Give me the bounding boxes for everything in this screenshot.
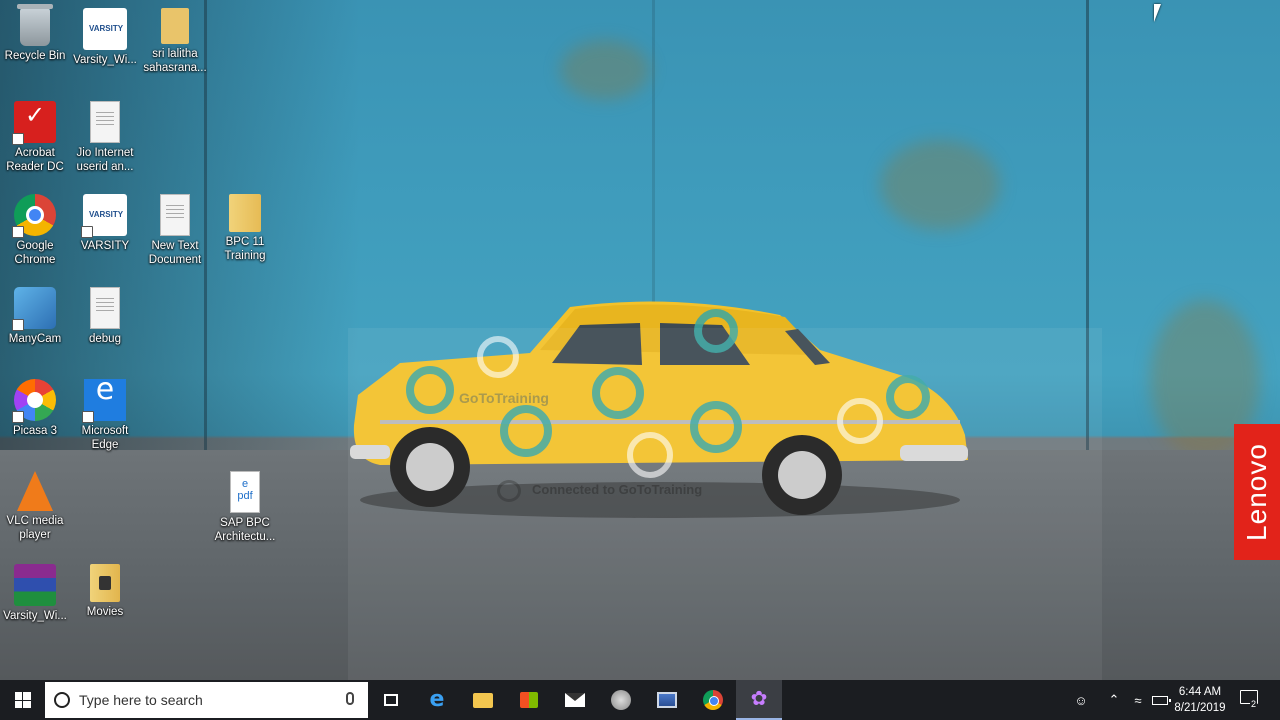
store-icon (520, 692, 538, 708)
pdf-document-icon: e pdf (230, 471, 260, 513)
mail-icon (565, 693, 585, 707)
clock-time: 6:44 AM (1178, 686, 1222, 698)
text-document-icon (90, 101, 120, 143)
computer-icon (657, 692, 677, 708)
desktop-icon-label: Varsity_Wi... (3, 610, 67, 622)
chrome-icon (703, 690, 723, 710)
wall-stain (560, 40, 650, 100)
gototraining-logo-icon (497, 480, 521, 502)
picasa-icon (12, 379, 56, 423)
manycam-icon (12, 287, 56, 331)
desktop-icon-jio-internet[interactable]: Jio Internet userid an... (70, 95, 140, 174)
desktop-icon-label: BPC 11 Training (224, 236, 266, 262)
desktop-icon-label: Varsity_Wi... (73, 54, 137, 66)
lenovo-brand-tab: Lenovo (1234, 424, 1280, 560)
network-button[interactable]: ≈ (1128, 680, 1148, 720)
desktop-icon-movies[interactable]: Movies (70, 558, 140, 619)
task-view-icon (384, 694, 398, 706)
desktop-wallpaper: GoToTraining Connected to GoToTraining (0, 0, 1280, 680)
edge-icon: e (429, 687, 445, 712)
app-circle-icon (611, 690, 631, 710)
desktop-icon-label: Jio Internet userid an... (76, 147, 134, 173)
varsity-icon: VARSITY (81, 194, 127, 238)
show-hidden-icons-button[interactable]: ⌃ (1104, 680, 1124, 720)
folder-icon (90, 564, 120, 602)
desktop-icon-varsity-wi[interactable]: VARSITY Varsity_Wi... (70, 2, 140, 67)
gototraining-watermark-small: GoToTraining (459, 390, 549, 406)
desktop-icon-sap-bpc[interactable]: e pdf SAP BPC Architectu... (210, 465, 280, 544)
desktop-icon-varsity[interactable]: VARSITY VARSITY (70, 188, 140, 253)
desktop-icon-acrobat[interactable]: ✓ Acrobat Reader DC (0, 95, 70, 174)
desktop-icon-varsity-wi-rar[interactable]: Varsity_Wi... (0, 558, 70, 623)
desktop-icon-label: Movies (86, 606, 124, 618)
notification-count-badge: 2 (1250, 699, 1258, 709)
desktop-icon-label: VLC media player (6, 515, 64, 541)
desktop-icon-recycle-bin[interactable]: Recycle Bin (0, 2, 70, 63)
desktop-icon-label: Acrobat Reader DC (6, 147, 64, 173)
taskbar-store-button[interactable] (506, 680, 552, 720)
windows-logo-icon (14, 692, 31, 708)
varsity-icon: VARSITY (83, 8, 127, 50)
folder-icon (229, 194, 261, 232)
lenovo-brand-label: Lenovo (1241, 443, 1272, 541)
recycle-bin-icon (17, 4, 53, 46)
mouse-cursor-icon (1154, 4, 1161, 22)
desktop-icon-label: SAP BPC Architectu... (214, 517, 276, 543)
desktop-icon-label: ManyCam (8, 333, 62, 345)
gototraining-overlay (348, 328, 1102, 680)
text-document-icon (160, 194, 190, 236)
start-button[interactable] (0, 680, 45, 720)
taskbar-app-circle-button[interactable] (598, 680, 644, 720)
people-button[interactable]: ☺ (1070, 680, 1092, 720)
task-view-button[interactable] (368, 680, 414, 720)
gototraining-icon: ✿ (750, 688, 768, 710)
desktop-icon-label: Picasa 3 (12, 425, 58, 437)
taskbar-chrome-button[interactable] (690, 680, 736, 720)
chevron-up-icon: ⌃ (1108, 692, 1120, 707)
people-icon: ☺ (1074, 692, 1088, 708)
vlc-icon (17, 471, 53, 511)
desktop-icon-label: New Text Document (148, 240, 202, 266)
desktop-icon-sri-lalitha[interactable]: sri lalitha sahasrana... (140, 2, 210, 75)
desktop-icon-debug[interactable]: debug (70, 281, 140, 346)
cortana-icon (54, 692, 70, 708)
desktop-icon-label: Google Chrome (14, 240, 56, 266)
edge-icon: e (82, 375, 126, 423)
wall-stain (880, 140, 1000, 230)
microphone-icon[interactable] (346, 692, 354, 705)
desktop-icon-vlc[interactable]: VLC media player (0, 465, 70, 542)
clock-date: 8/21/2019 (1174, 702, 1226, 714)
taskbar-clock[interactable]: 6:44 AM 8/21/2019 (1166, 684, 1234, 716)
desktop-icon-microsoft-edge[interactable]: e Microsoft Edge (70, 373, 140, 452)
desktop-icon-google-chrome[interactable]: Google Chrome (0, 188, 70, 267)
taskbar-edge-button[interactable]: e (414, 680, 460, 720)
desktop-icon-bpc-11-training[interactable]: BPC 11 Training (210, 188, 280, 263)
folder-icon (473, 692, 493, 708)
folder-icon (161, 8, 189, 44)
winrar-icon (14, 564, 56, 606)
taskbar-remote-desktop-button[interactable] (644, 680, 690, 720)
text-document-icon (90, 287, 120, 329)
acrobat-icon: ✓ (12, 101, 56, 145)
desktop-icon-label: Microsoft Edge (81, 425, 129, 451)
desktop-icon-label: sri lalitha sahasrana... (143, 48, 207, 74)
desktop-icon-label: Recycle Bin (4, 50, 66, 62)
wifi-icon: ≈ (1134, 692, 1142, 708)
desktop-icon-label: debug (89, 333, 121, 345)
taskbar-search-box[interactable]: Type here to search (45, 682, 368, 718)
desktop-icon-new-text-document[interactable]: New Text Document (140, 188, 210, 267)
taskbar-mail-button[interactable] (552, 680, 598, 720)
desktop-icon-picasa[interactable]: Picasa 3 (0, 373, 70, 438)
taskbar-file-explorer-button[interactable] (460, 680, 506, 720)
desktop-icon-manycam[interactable]: ManyCam (0, 281, 70, 346)
taskbar-gototraining-button[interactable]: ✿ (736, 680, 782, 720)
desktop-icon-label: VARSITY (80, 240, 130, 252)
search-placeholder: Type here to search (79, 692, 203, 708)
gototraining-watermark: Connected to GoToTraining (532, 482, 703, 497)
chrome-icon (12, 194, 56, 238)
